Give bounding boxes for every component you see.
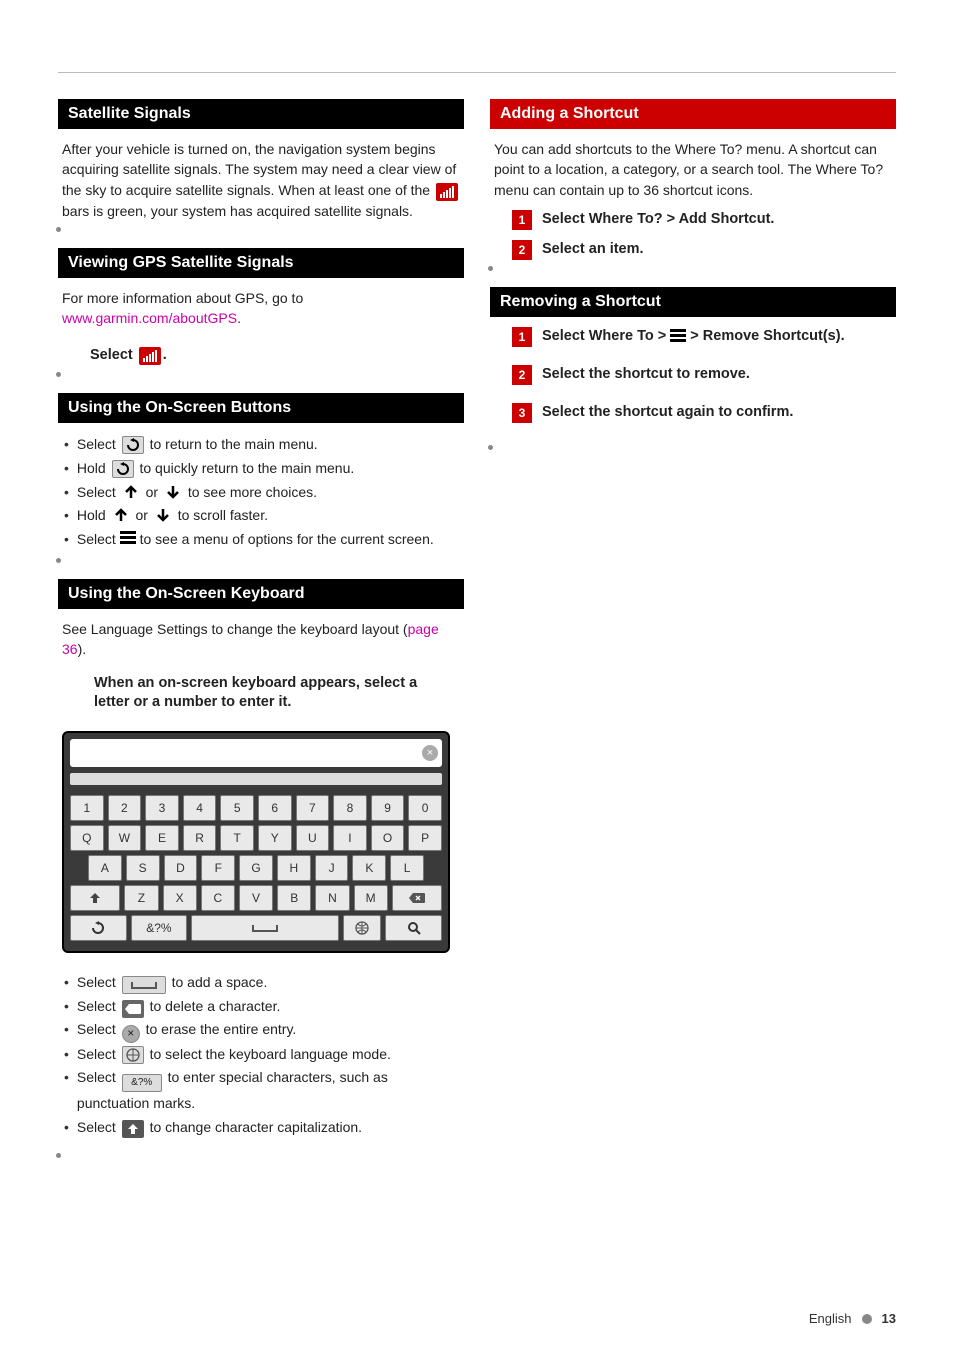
key-x[interactable]: X bbox=[163, 885, 197, 911]
key-q[interactable]: Q bbox=[70, 825, 104, 851]
kbd-suggestion-bar bbox=[70, 773, 442, 785]
onscreen-buttons-list: Select to return to the main menu. Hold … bbox=[58, 433, 464, 552]
key-m[interactable]: M bbox=[354, 885, 388, 911]
menu-icon bbox=[670, 327, 686, 344]
hdr-onscreen-keyboard: Using the On-Screen Keyboard bbox=[58, 579, 464, 609]
section-dot bbox=[56, 558, 61, 563]
hdr-onscreen-buttons: Using the On-Screen Buttons bbox=[58, 393, 464, 423]
key-space[interactable] bbox=[191, 915, 339, 941]
key-search[interactable] bbox=[385, 915, 442, 941]
hdr-viewing-gps: Viewing GPS Satellite Signals bbox=[58, 248, 464, 278]
step-badge-1: 1 bbox=[512, 327, 532, 347]
key-l[interactable]: L bbox=[390, 855, 424, 881]
step-badge-3: 3 bbox=[512, 403, 532, 423]
footer-dot-icon bbox=[862, 1314, 872, 1324]
backspace-icon bbox=[122, 1000, 144, 1018]
key-p[interactable]: P bbox=[408, 825, 442, 851]
key-r[interactable]: R bbox=[183, 825, 217, 851]
satellite-signals-body: After your vehicle is turned on, the nav… bbox=[58, 139, 464, 221]
key-f[interactable]: F bbox=[201, 855, 235, 881]
arrow-up-icon bbox=[122, 483, 140, 501]
clear-entry-icon: × bbox=[122, 1025, 140, 1043]
arrow-down-icon bbox=[154, 506, 172, 524]
keyboard-notes-list: Select to add a space. Select to delete … bbox=[58, 971, 464, 1140]
key-1[interactable]: 1 bbox=[70, 795, 104, 821]
key-3[interactable]: 3 bbox=[145, 795, 179, 821]
section-dot bbox=[56, 227, 61, 232]
clear-input-icon[interactable]: × bbox=[422, 745, 438, 761]
keyboard-instruction: When an on-screen keyboard appears, sele… bbox=[62, 674, 460, 713]
page-footer: English 13 bbox=[809, 1311, 896, 1326]
key-d[interactable]: D bbox=[164, 855, 198, 881]
adding-shortcut-body: You can add shortcuts to the Where To? m… bbox=[490, 139, 896, 200]
key-v[interactable]: V bbox=[239, 885, 273, 911]
step-badge-2: 2 bbox=[512, 240, 532, 260]
signal-bars-icon bbox=[436, 183, 458, 201]
arrow-up-icon bbox=[112, 506, 130, 524]
footer-page-number: 13 bbox=[882, 1311, 896, 1326]
key-j[interactable]: J bbox=[315, 855, 349, 881]
symbols-key-icon: &?% bbox=[122, 1074, 162, 1092]
top-divider bbox=[58, 72, 896, 73]
key-g[interactable]: G bbox=[239, 855, 273, 881]
step-rem-2: Select the shortcut to remove. bbox=[542, 365, 750, 385]
arrow-down-icon bbox=[164, 483, 182, 501]
key-c[interactable]: C bbox=[201, 885, 235, 911]
key-5[interactable]: 5 bbox=[220, 795, 254, 821]
keyboard-body: See Language Settings to change the keyb… bbox=[58, 619, 464, 660]
key-0[interactable]: 0 bbox=[408, 795, 442, 821]
key-w[interactable]: W bbox=[108, 825, 142, 851]
back-icon bbox=[122, 436, 144, 454]
kbd-text-field[interactable] bbox=[70, 739, 442, 767]
key-u[interactable]: U bbox=[296, 825, 330, 851]
link-garmin[interactable]: www.garmin.com/aboutGPS bbox=[62, 310, 237, 326]
globe-icon bbox=[122, 1046, 144, 1064]
key-y[interactable]: Y bbox=[258, 825, 292, 851]
hdr-adding-shortcut: Adding a Shortcut bbox=[490, 99, 896, 129]
key-backspace[interactable] bbox=[392, 885, 442, 911]
key-s[interactable]: S bbox=[126, 855, 160, 881]
key-globe[interactable] bbox=[343, 915, 381, 941]
key-h[interactable]: H bbox=[277, 855, 311, 881]
key-t[interactable]: T bbox=[220, 825, 254, 851]
key-shift[interactable] bbox=[70, 885, 120, 911]
key-k[interactable]: K bbox=[352, 855, 386, 881]
viewing-gps-body: For more information about GPS, go to ww… bbox=[58, 288, 464, 329]
section-dot bbox=[56, 372, 61, 377]
step-rem-3: Select the shortcut again to confirm. bbox=[542, 403, 793, 423]
key-symbols[interactable]: &?% bbox=[131, 915, 188, 941]
step-rem-1: Select Where To > > Remove Shortcut(s). bbox=[542, 327, 845, 347]
key-2[interactable]: 2 bbox=[108, 795, 142, 821]
key-a[interactable]: A bbox=[88, 855, 122, 881]
hdr-removing-shortcut: Removing a Shortcut bbox=[490, 287, 896, 317]
section-dot bbox=[488, 266, 493, 271]
step-badge-2: 2 bbox=[512, 365, 532, 385]
key-7[interactable]: 7 bbox=[296, 795, 330, 821]
signal-bars-icon-2 bbox=[139, 347, 161, 365]
key-n[interactable]: N bbox=[315, 885, 349, 911]
key-e[interactable]: E bbox=[145, 825, 179, 851]
step-add-1: Select Where To? > Add Shortcut. bbox=[542, 210, 774, 230]
key-4[interactable]: 4 bbox=[183, 795, 217, 821]
footer-language: English bbox=[809, 1311, 852, 1326]
space-key-icon bbox=[122, 976, 166, 994]
key-6[interactable]: 6 bbox=[258, 795, 292, 821]
section-dot bbox=[488, 445, 493, 450]
key-b[interactable]: B bbox=[277, 885, 311, 911]
shift-icon bbox=[122, 1120, 144, 1138]
key-9[interactable]: 9 bbox=[371, 795, 405, 821]
key-z[interactable]: Z bbox=[124, 885, 158, 911]
step-add-2: Select an item. bbox=[542, 240, 644, 260]
section-dot bbox=[56, 1153, 61, 1158]
key-back[interactable] bbox=[70, 915, 127, 941]
key-8[interactable]: 8 bbox=[333, 795, 367, 821]
hdr-satellite-signals: Satellite Signals bbox=[58, 99, 464, 129]
keyboard-panel: × 1 2 3 4 5 6 7 8 9 bbox=[62, 731, 450, 953]
back-icon bbox=[112, 460, 134, 478]
menu-icon bbox=[120, 529, 136, 546]
step-badge-1: 1 bbox=[512, 210, 532, 230]
key-o[interactable]: O bbox=[371, 825, 405, 851]
key-i[interactable]: I bbox=[333, 825, 367, 851]
select-bars-step: Select bbox=[90, 347, 133, 363]
